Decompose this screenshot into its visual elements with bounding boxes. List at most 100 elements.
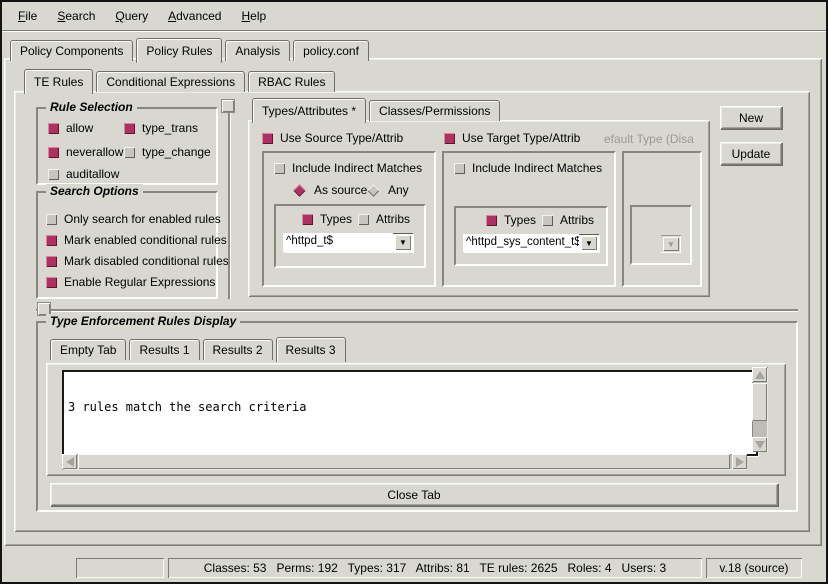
scroll-right-icon[interactable] [732,454,747,469]
checkbox-target-indirect[interactable]: Include Indirect Matches [454,161,602,175]
results-horizontal-scrollbar[interactable] [62,454,747,470]
dropdown-arrow-icon[interactable]: ▼ [581,236,597,250]
radio-any-label: Any [388,183,409,197]
checkbox-target-types[interactable]: Types [486,213,536,227]
checkbox-indicator [274,163,285,174]
scroll-down-icon[interactable] [752,437,767,452]
menu-query[interactable]: Query [105,6,158,26]
scroll-up-icon[interactable] [752,367,767,382]
checkbox-indicator [302,214,313,225]
checkbox-source-types[interactable]: Types [302,212,352,226]
dropdown-arrow-icon: ▼ [663,237,679,251]
checkbox-enable-regex[interactable]: Enable Regular Expressions [46,275,215,289]
target-types-label: Types [504,213,536,227]
menu-search[interactable]: Search [47,6,105,26]
target-indirect-label: Include Indirect Matches [472,161,602,175]
tab-conditional-expressions[interactable]: Conditional Expressions [96,71,245,92]
vertical-sash-handle[interactable] [222,100,234,112]
tab-te-rules[interactable]: TE Rules [24,69,93,94]
use-target-label: Use Target Type/Attrib [462,131,580,145]
checkbox-use-source[interactable]: Use Source Type/Attrib [262,131,403,145]
tab-policy-conf[interactable]: policy.conf [293,40,369,61]
menu-advanced[interactable]: Advanced [158,6,231,26]
te-rules-display-title: Type Enforcement Rules Display [46,314,240,328]
checkbox-only-enabled-label: Only search for enabled rules [64,212,221,226]
checkbox-target-attribs[interactable]: Attribs [542,213,594,227]
checkbox-indicator [46,277,57,288]
results-text-area[interactable]: 3 rules match the search criteria (5822)… [62,370,758,456]
dropdown-arrow-icon[interactable]: ▼ [395,235,411,250]
checkbox-type-trans[interactable]: type_trans [124,121,198,135]
menu-help[interactable]: Help [231,6,276,26]
checkbox-auditallow-label: auditallow [66,167,119,181]
source-types-label: Types [320,212,352,226]
checkbox-type-change[interactable]: type_change [124,145,211,159]
te-rules-panel: Rule Selection allow type_trans neverall… [14,91,810,532]
tab-types-attributes[interactable]: Types/Attributes * [252,98,366,123]
tab-classes-permissions[interactable]: Classes/Permissions [369,100,500,121]
radio-as-source-label: As source [314,183,367,197]
tab-results-1[interactable]: Results 1 [129,339,199,360]
checkbox-indicator [48,147,59,158]
tab-results-3[interactable]: Results 3 [276,337,346,362]
radio-indicator [367,184,380,197]
checkbox-allow[interactable]: allow [48,121,93,135]
type-attr-panel: Use Source Type/Attrib Include Indirect … [248,120,710,297]
status-policy-version: v.18 (source) [706,558,802,578]
rule-selection-title: Rule Selection [46,100,137,114]
vertical-sash-line [228,100,230,299]
checkbox-neverallow[interactable]: neverallow [48,145,123,159]
rule-selection-frame: Rule Selection allow type_trans neverall… [36,107,218,185]
checkbox-mark-disabled-label: Mark disabled conditional rules [64,254,229,268]
apol-window: File Search Query Advanced Help Policy C… [0,0,828,584]
tab-empty-tab[interactable]: Empty Tab [50,339,126,360]
tab-policy-components[interactable]: Policy Components [10,40,133,61]
menu-bar: File Search Query Advanced Help [2,2,826,30]
checkbox-only-enabled-rules[interactable]: Only search for enabled rules [46,212,221,226]
target-types-attribs-frame: Types Attribs ^httpd_sys_content_t$ ▼ [454,206,608,266]
checkbox-neverallow-label: neverallow [66,145,123,159]
checkbox-source-indirect[interactable]: Include Indirect Matches [274,161,422,175]
horizontal-sash-line [36,309,798,311]
use-source-label: Use Source Type/Attrib [280,131,403,145]
radio-as-source[interactable]: As source [292,183,367,197]
update-button[interactable]: Update [720,142,782,165]
tab-analysis[interactable]: Analysis [225,40,290,61]
checkbox-type-change-label: type_change [142,145,211,159]
results-panel: 3 rules match the search criteria (5822)… [46,363,786,476]
checkbox-indicator [454,163,465,174]
checkbox-allow-label: allow [66,121,93,135]
checkbox-mark-disabled[interactable]: Mark disabled conditional rules [46,254,229,268]
source-type-combobox-value[interactable]: ^httpd_t$ [283,233,393,252]
search-options-frame: Search Options Only search for enabled r… [36,191,218,299]
vertical-scroll-thumb[interactable] [752,383,767,421]
close-tab-button[interactable]: Close Tab [50,483,778,506]
checkbox-source-attribs[interactable]: Attribs [358,212,410,226]
checkbox-use-target[interactable]: Use Target Type/Attrib [444,131,580,145]
tab-rbac-rules[interactable]: RBAC Rules [248,71,335,92]
tab-policy-rules[interactable]: Policy Rules [136,38,222,63]
search-options-title: Search Options [46,184,143,198]
checkbox-indicator [46,235,57,246]
target-type-combobox-value[interactable]: ^httpd_sys_content_t$ [463,234,579,252]
horizontal-scroll-thumb[interactable] [78,454,730,469]
checkbox-mark-enabled[interactable]: Mark enabled conditional rules [46,233,227,247]
source-indirect-label: Include Indirect Matches [292,161,422,175]
source-type-frame: Include Indirect Matches As source Any T… [262,151,436,287]
results-vertical-scrollbar[interactable] [752,367,768,452]
checkbox-enable-regex-label: Enable Regular Expressions [64,275,215,289]
new-button[interactable]: New [720,106,782,129]
main-tab-row: Policy Components Policy Rules Analysis … [10,38,372,61]
results-summary: 3 rules match the search criteria [68,401,752,415]
tab-results-2[interactable]: Results 2 [203,339,273,360]
checkbox-auditallow[interactable]: auditallow [48,167,119,181]
menu-file[interactable]: File [8,6,47,26]
source-type-combobox[interactable]: ^httpd_t$ ▼ [283,233,413,252]
checkbox-indicator [486,215,497,226]
target-type-combobox[interactable]: ^httpd_sys_content_t$ ▼ [463,234,599,252]
scroll-left-icon[interactable] [62,454,77,469]
checkbox-indicator [542,215,553,226]
checkbox-indicator [358,214,369,225]
type-attr-tab-row: Types/Attributes * Classes/Permissions [252,98,503,121]
radio-any[interactable]: Any [366,183,409,197]
